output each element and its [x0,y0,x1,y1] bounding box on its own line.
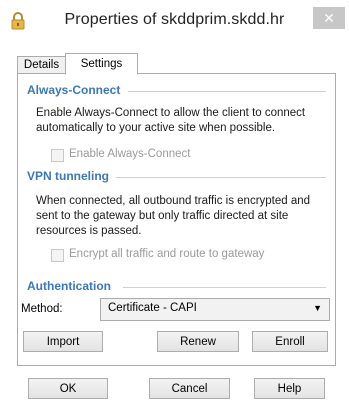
enroll-button[interactable]: Enroll [252,331,328,352]
always-connect-checkbox[interactable] [51,149,64,162]
import-button[interactable]: Import [23,331,103,352]
section-divider [128,91,326,92]
renew-button[interactable]: Renew [157,331,239,352]
always-connect-description: Enable Always-Connect to allow the clien… [36,107,306,134]
section-divider [116,177,326,178]
method-select-value: Certificate - CAPI [108,302,197,314]
method-select[interactable]: Certificate - CAPI ▼ [100,298,330,321]
vpn-tunneling-description: When connected, all outbound traffic is … [36,195,311,237]
chevron-down-icon: ▼ [313,303,322,313]
always-connect-header: Always-Connect [27,83,121,97]
section-divider [123,287,326,288]
cancel-button[interactable]: Cancel [149,378,230,399]
close-button[interactable]: ✕ [313,7,345,29]
vpn-tunneling-header: VPN tunneling [27,169,109,183]
encrypt-traffic-checkbox[interactable] [51,249,64,262]
close-icon: ✕ [323,10,335,26]
authentication-header: Authentication [27,279,111,293]
always-connect-checkbox-label: Enable Always-Connect [69,148,191,160]
tab-settings[interactable]: Settings [65,53,138,75]
tab-details[interactable]: Details [17,56,66,74]
title-bar: Properties of skddprim.skdd.hr ✕ [0,0,349,42]
encrypt-traffic-checkbox-label: Encrypt all traffic and route to gateway [69,248,265,260]
window-title: Properties of skddprim.skdd.hr [64,11,285,28]
ok-button[interactable]: OK [28,378,108,399]
method-label: Method: [21,303,63,315]
help-button[interactable]: Help [254,378,325,399]
settings-panel: Always-Connect Enable Always-Connect to … [17,73,336,366]
